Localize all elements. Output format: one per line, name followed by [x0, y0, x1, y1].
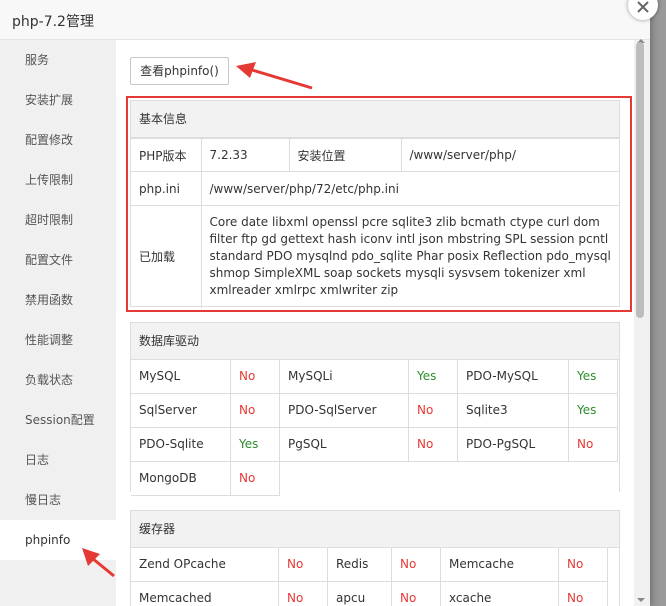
loaded-extensions-value: Core date libxml openssl pcre sqlite3 zl… [200, 205, 619, 308]
dialog-title: php-7.2管理 [12, 14, 94, 30]
status-badge: No [231, 462, 280, 496]
title-bar: php-7.2管理 [0, 0, 650, 40]
status-badge: No [231, 360, 280, 394]
status-badge: No [409, 428, 458, 462]
php-manager-dialog: php-7.2管理 服务 安装扩展 配置修改 上传限制 超时限制 配置文件 禁用函数 性能调整… [0, 0, 650, 606]
cache-panel: 缓存器 Zend OPcache No Redis No Memcache No Memca… [130, 510, 620, 606]
sidebar-item-timeout-limit[interactable]: 超时限制 [0, 200, 116, 240]
view-phpinfo-button[interactable]: 查看phpinfo() [130, 57, 229, 85]
driver-name: PDO-PgSQL [458, 428, 569, 462]
sidebar-item-install-extension[interactable]: 安装扩展 [0, 80, 116, 120]
driver-name: Zend OPcache [131, 548, 279, 582]
sidebar-item-service[interactable]: 服务 [0, 40, 116, 80]
status-badge: Yes [569, 360, 618, 394]
sidebar-item-performance[interactable]: 性能调整 [0, 320, 116, 360]
driver-name: MySQL [131, 360, 231, 394]
driver-name: PDO-Sqlite [131, 428, 231, 462]
driver-name: PgSQL [280, 428, 409, 462]
sidebar-item-config-file[interactable]: 配置文件 [0, 240, 116, 280]
db-drivers-panel: 数据库驱动 MySQL No MySQLi Yes PDO-MySQL Yes SqlSer… [130, 322, 620, 496]
cache-header: 缓存器 [131, 511, 619, 548]
php-ini-label: php.ini [131, 171, 202, 206]
table-row: 已加载 Core date libxml openssl pcre sqlite… [131, 205, 619, 308]
sidebar-item-upload-limit[interactable]: 上传限制 [0, 160, 116, 200]
driver-name: Memcache [441, 548, 559, 582]
status-badge: No [409, 394, 458, 428]
driver-name: apcu [328, 582, 392, 606]
scrollbar[interactable] [634, 39, 650, 606]
driver-name: MySQLi [280, 360, 409, 394]
status-badge: No [569, 428, 618, 462]
sidebar-item-slow-log[interactable]: 慢日志 [0, 480, 116, 520]
install-location-value: /www/server/php/ [400, 138, 619, 172]
loaded-extensions-label: 已加载 [131, 205, 202, 308]
driver-name: Memcached [131, 582, 279, 606]
basic-info-header: 基本信息 [131, 101, 619, 138]
annotation-arrow-icon [82, 548, 115, 578]
table-row: php.ini /www/server/php/72/etc/php.ini [131, 171, 619, 206]
driver-name: Redis [328, 548, 392, 582]
status-badge: Yes [409, 360, 458, 394]
db-drivers-header: 数据库驱动 [131, 323, 619, 360]
scrollbar-thumb[interactable] [636, 42, 644, 318]
driver-name: SqlServer [131, 394, 231, 428]
status-badge: No [392, 548, 441, 582]
annotation-arrow-icon [236, 62, 313, 90]
sidebar-item-log[interactable]: 日志 [0, 440, 116, 480]
status-badge: No [279, 548, 328, 582]
php-version-value: 7.2.33 [200, 138, 290, 172]
main-content: 查看phpinfo() 基本信息 PHP版本 7.2.33 安装位置 /www/… [116, 40, 634, 606]
sidebar-item-config-edit[interactable]: 配置修改 [0, 120, 116, 160]
basic-info-table: PHP版本 7.2.33 安装位置 /www/server/php/ php.i… [131, 138, 619, 308]
scroll-down-icon[interactable] [637, 598, 645, 602]
status-badge: No [559, 582, 608, 606]
driver-name: PDO-MySQL [458, 360, 569, 394]
status-badge: No [559, 548, 608, 582]
php-version-label: PHP版本 [131, 138, 202, 172]
driver-name: xcache [441, 582, 559, 606]
sidebar-item-load-status[interactable]: 负载状态 [0, 360, 116, 400]
basic-info-panel: 基本信息 PHP版本 7.2.33 安装位置 /www/server/php/ … [130, 100, 620, 308]
driver-name: MongoDB [131, 462, 231, 496]
status-badge: Yes [569, 394, 618, 428]
status-badge: Yes [231, 428, 280, 462]
driver-name: Sqlite3 [458, 394, 569, 428]
driver-name: PDO-SqlServer [280, 394, 409, 428]
table-row: PHP版本 7.2.33 安装位置 /www/server/php/ [131, 138, 619, 172]
status-badge: No [231, 394, 280, 428]
install-location-label: 安装位置 [288, 138, 402, 172]
status-badge: No [279, 582, 328, 606]
status-badge: No [392, 582, 441, 606]
sidebar-item-disabled-functions[interactable]: 禁用函数 [0, 280, 116, 320]
sidebar-item-session-config[interactable]: Session配置 [0, 400, 116, 440]
sidebar: 服务 安装扩展 配置修改 上传限制 超时限制 配置文件 禁用函数 性能调整 负载状态 Sessio… [0, 40, 116, 606]
php-ini-value: /www/server/php/72/etc/php.ini [200, 171, 619, 206]
close-icon [637, 1, 649, 13]
